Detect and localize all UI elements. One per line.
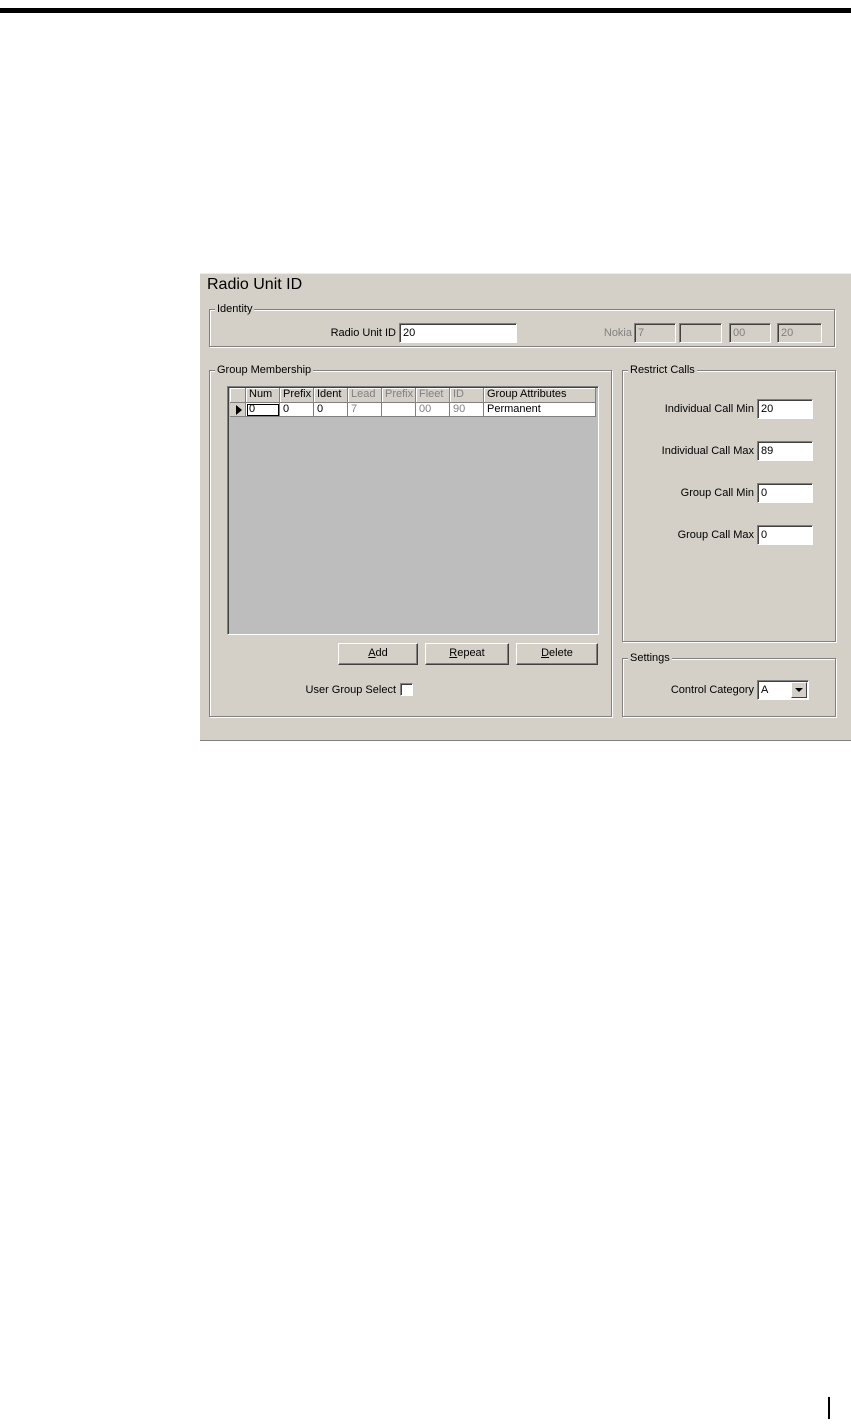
- grid-cell-group-attributes[interactable]: Permanent: [484, 403, 596, 417]
- delete-button-accel: D: [541, 647, 550, 659]
- user-group-select-label: User Group Select: [305, 684, 396, 696]
- group-call-max-label: Group Call Max: [677, 529, 754, 541]
- add-button-accel: A: [368, 647, 376, 659]
- individual-call-min-label: Individual Call Min: [664, 403, 754, 415]
- panel-title: Radio Unit ID: [204, 276, 306, 294]
- delete-button-label-post: elete: [549, 647, 573, 659]
- add-button-label-post: dd: [375, 647, 388, 659]
- grid-cell-num[interactable]: 0: [246, 403, 280, 417]
- individual-call-max-label: Individual Call Max: [661, 445, 754, 457]
- control-category-label: Control Category: [670, 684, 754, 696]
- group-membership-title: Group Membership: [215, 364, 314, 376]
- group-call-max-input[interactable]: 0: [757, 525, 813, 545]
- control-category-value: A: [761, 684, 769, 696]
- radio-unit-id-label: Radio Unit ID: [330, 327, 396, 339]
- page-margin-bar: [828, 1397, 830, 1419]
- add-button[interactable]: Add: [338, 643, 418, 665]
- grid-header-group-attributes[interactable]: Group Attributes: [484, 388, 596, 403]
- nokia-field-4: 20: [777, 323, 822, 343]
- control-category-select[interactable]: A: [757, 680, 809, 700]
- user-group-select-checkbox[interactable]: [400, 683, 413, 696]
- grid-corner: [230, 388, 246, 403]
- repeat-button-accel: R: [449, 647, 458, 659]
- delete-button[interactable]: Delete: [516, 643, 598, 665]
- group-membership-grid[interactable]: Num Prefix Ident Lead Prefix Fleet ID Gr…: [227, 386, 599, 635]
- radio-unit-id-input[interactable]: 20: [399, 323, 517, 343]
- individual-call-min-input[interactable]: 20: [757, 399, 813, 419]
- repeat-button-label-post: epeat: [457, 647, 485, 659]
- nokia-field-3: 00: [729, 323, 771, 343]
- nokia-field-1: 7: [634, 323, 676, 343]
- grid-cell-prefix[interactable]: 0: [280, 403, 314, 417]
- radio-unit-id-panel: Radio Unit ID Identity Radio Unit ID 20 …: [200, 273, 851, 741]
- grid-cell-lead: 7: [348, 403, 382, 417]
- grid-header-fleet[interactable]: Fleet: [416, 388, 450, 403]
- group-call-min-input[interactable]: 0: [757, 483, 813, 503]
- grid-header-lead[interactable]: Lead: [348, 388, 382, 403]
- row-selector-icon[interactable]: [230, 403, 246, 417]
- page-top-rule: [0, 8, 851, 13]
- grid-header-num[interactable]: Num: [246, 388, 280, 403]
- nokia-field-2: [679, 323, 722, 343]
- restrict-calls-title: Restrict Calls: [628, 364, 697, 376]
- grid-cell-prefix-2: [382, 403, 416, 417]
- grid-header-id[interactable]: ID: [450, 388, 484, 403]
- group-call-min-label: Group Call Min: [680, 487, 754, 499]
- grid-cell-id: 90: [450, 403, 484, 417]
- grid-header-ident[interactable]: Ident: [314, 388, 348, 403]
- repeat-button[interactable]: Repeat: [425, 643, 509, 665]
- settings-title: Settings: [628, 652, 672, 664]
- individual-call-max-input[interactable]: 89: [757, 441, 813, 461]
- grid-cell-ident[interactable]: 0: [314, 403, 348, 417]
- grid-header-prefix[interactable]: Prefix: [280, 388, 314, 403]
- grid-cell-fleet: 00: [416, 403, 450, 417]
- nokia-label: Nokia: [603, 327, 632, 339]
- grid-header-prefix-2[interactable]: Prefix: [382, 388, 416, 403]
- identity-group-title: Identity: [215, 303, 255, 315]
- chevron-down-icon[interactable]: [791, 682, 807, 698]
